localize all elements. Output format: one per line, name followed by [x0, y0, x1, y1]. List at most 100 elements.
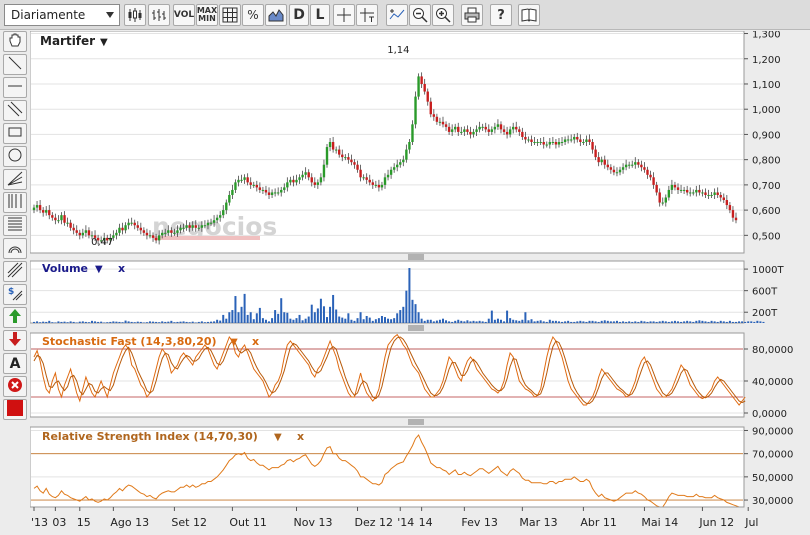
- candle-body: [249, 182, 252, 185]
- book-button[interactable]: [518, 4, 540, 26]
- zoom-out-button[interactable]: [409, 4, 431, 26]
- crosshair-button[interactable]: [333, 4, 355, 26]
- volume-bar: [48, 320, 51, 323]
- dollar-tool-button[interactable]: $: [3, 284, 27, 305]
- rsi-panel[interactable]: Relative Strength Index (14,70,30) ▼ x 9…: [30, 426, 793, 508]
- volume-bar: [686, 320, 689, 323]
- candle-body: [728, 205, 732, 211]
- volume-bar: [707, 321, 710, 323]
- candle-body: [609, 167, 613, 170]
- stochastic-close-button[interactable]: x: [252, 335, 259, 348]
- gann-tool-button[interactable]: [3, 261, 27, 282]
- rsi-title-arrow[interactable]: ▼: [274, 432, 282, 443]
- daily-scale-button[interactable]: D: [289, 4, 309, 26]
- candle-body: [646, 169, 649, 175]
- candle-body: [316, 182, 320, 185]
- price-title-arrow[interactable]: ▼: [100, 37, 108, 48]
- max-min-toggle-button[interactable]: MAX MIN: [196, 4, 218, 26]
- candle-body: [362, 177, 365, 179]
- candle-body: [420, 76, 423, 84]
- candle-body: [54, 217, 57, 221]
- period-select[interactable]: Diariamente: [4, 4, 120, 26]
- candle-body: [295, 179, 298, 183]
- stochastic-panel[interactable]: Stochastic Fast (14,3,80,20) ▼ x 80,0000…: [30, 332, 793, 420]
- candle-body: [475, 129, 478, 132]
- ellipse-tool-button[interactable]: [3, 146, 27, 167]
- area-chart-button[interactable]: [265, 4, 287, 26]
- volume-bar: [164, 321, 167, 323]
- volume-bar: [698, 320, 701, 323]
- arc-tool-button[interactable]: [3, 238, 27, 259]
- horizontal-line-tool-button[interactable]: [3, 77, 27, 98]
- candle-body: [710, 194, 713, 196]
- rsi-close-button[interactable]: x: [297, 430, 304, 443]
- printer-icon: [464, 7, 480, 23]
- price-panel[interactable]: negocios 1,140,47 Martifer ▼ 1,3001,2001…: [30, 31, 781, 254]
- volume-bar: [646, 321, 649, 323]
- candle-body: [151, 235, 155, 238]
- percent-scale-button[interactable]: %: [242, 4, 264, 26]
- candle-body: [136, 225, 139, 228]
- candle-body: [563, 139, 567, 142]
- volume-bar: [628, 321, 631, 323]
- candlestick-type-button[interactable]: [124, 4, 146, 26]
- fibonacci-retracement-tool-button[interactable]: [3, 215, 27, 236]
- volume-bar: [445, 320, 448, 323]
- volume-bar: [542, 321, 545, 323]
- candle-body: [454, 126, 457, 130]
- volume-bar: [350, 319, 353, 323]
- volume-title-arrow[interactable]: ▼: [95, 264, 103, 275]
- rectangle-tool-button[interactable]: [3, 123, 27, 144]
- print-button[interactable]: [461, 4, 483, 26]
- log-scale-button[interactable]: L: [310, 4, 330, 26]
- volume-bar: [710, 320, 713, 323]
- trendline-tool-button[interactable]: [3, 54, 27, 75]
- grid-toggle-button[interactable]: [219, 4, 241, 26]
- volume-bar: [503, 321, 506, 323]
- panel-splitter[interactable]: [408, 254, 424, 260]
- sell-signal-tool-button[interactable]: [3, 330, 27, 351]
- fibonacci-vertical-tool-button[interactable]: [3, 192, 27, 213]
- candle-body: [145, 232, 149, 236]
- panel-splitter[interactable]: [408, 325, 424, 331]
- candle-body: [658, 192, 661, 203]
- volume-bar: [432, 321, 435, 323]
- time-axis-label: Abr 11: [580, 516, 617, 529]
- zoom-in-button[interactable]: [432, 4, 454, 26]
- candle-body: [225, 202, 228, 211]
- panel-splitter[interactable]: [408, 419, 424, 425]
- delete-drawings-button[interactable]: [3, 376, 27, 397]
- letter-a-icon: A: [9, 355, 21, 372]
- pan-tool-button[interactable]: [3, 31, 27, 52]
- volume-bar: [554, 320, 557, 323]
- crosshair-value-button[interactable]: [356, 4, 378, 26]
- candle-body: [417, 76, 420, 97]
- candle-body: [160, 232, 164, 236]
- volume-bar: [490, 310, 493, 323]
- stochastic-title-arrow[interactable]: ▼: [230, 337, 238, 348]
- volume-bar: [509, 318, 512, 323]
- color-picker-button[interactable]: [3, 399, 27, 420]
- channel-tool-button[interactable]: [3, 100, 27, 121]
- help-button[interactable]: ?: [490, 4, 512, 26]
- volume-bar: [341, 317, 344, 323]
- bar-type-button[interactable]: [148, 4, 170, 26]
- stochastic-title: Stochastic Fast (14,3,80,20): [42, 335, 217, 348]
- volume-bar: [731, 321, 734, 323]
- volume-bar: [438, 319, 441, 323]
- volume-bar: [347, 313, 350, 323]
- chart-area[interactable]: negocios 1,140,47 Martifer ▼ 1,3001,2001…: [30, 31, 810, 535]
- volume-close-button[interactable]: x: [118, 262, 125, 275]
- buy-signal-tool-button[interactable]: [3, 307, 27, 328]
- candle-body: [78, 232, 81, 236]
- volume-panel[interactable]: Volume ▼ x 1000T 600T 200T: [30, 260, 784, 324]
- volume-bar: [435, 320, 438, 323]
- volume-bar: [182, 321, 185, 323]
- fan-tool-button[interactable]: [3, 169, 27, 190]
- volume-bar: [109, 321, 112, 323]
- text-tool-button[interactable]: A: [3, 353, 27, 374]
- axis-tick-label: 0,800: [752, 156, 781, 167]
- candle-body: [423, 83, 426, 92]
- volume-toggle-button[interactable]: VOL: [173, 4, 195, 26]
- zoom-fit-button[interactable]: [386, 4, 408, 26]
